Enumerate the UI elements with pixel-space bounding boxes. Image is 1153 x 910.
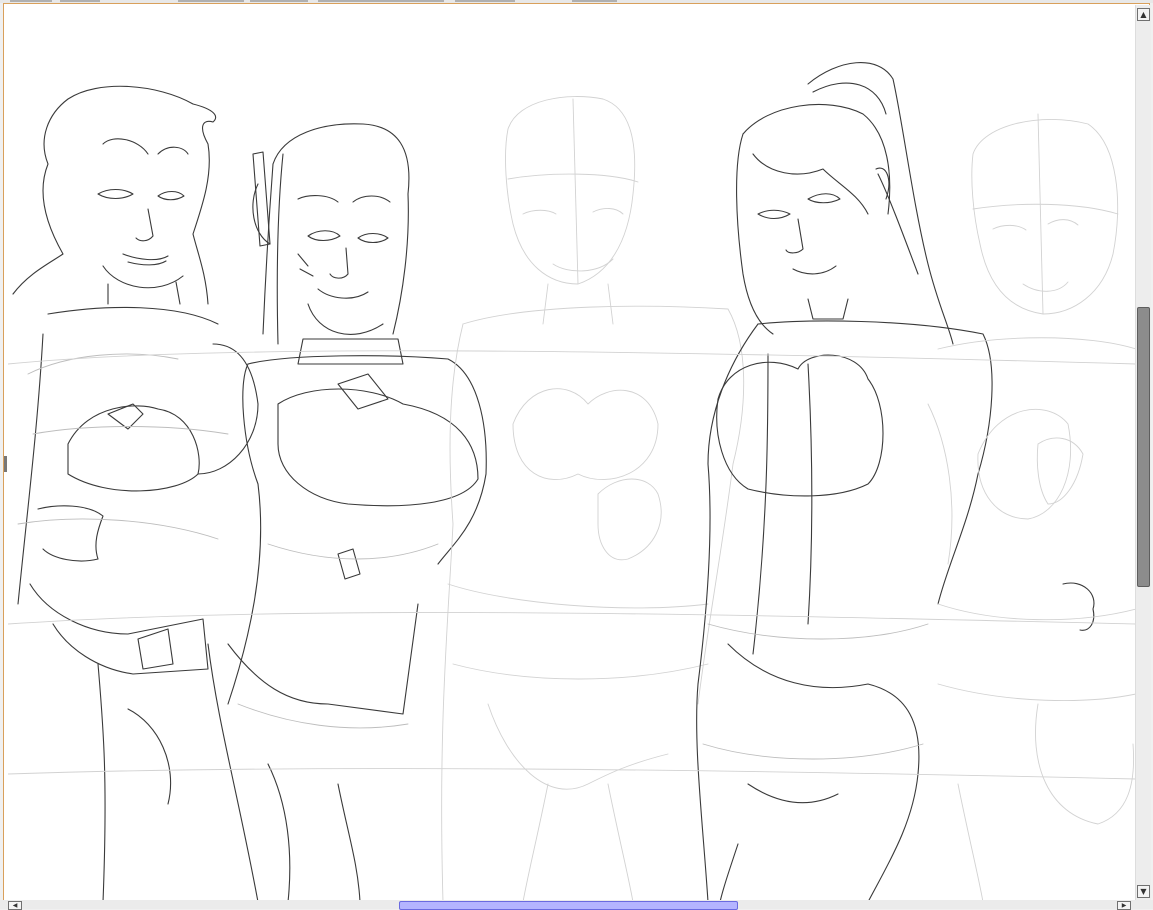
toolbar-tab[interactable] [60, 0, 100, 2]
inked-figure-1 [12, 85, 259, 902]
line-art-drawing [8, 62, 1136, 902]
vertical-scrollbar[interactable]: ▲ ▼ [1135, 5, 1151, 902]
horizontal-scrollbar[interactable]: ◀ ▶ [0, 900, 1153, 910]
toolbar-tab[interactable] [572, 0, 617, 2]
panel-resize-handle[interactable] [4, 456, 7, 472]
inked-figure-4 [696, 62, 1095, 902]
toolbar-tab[interactable] [178, 0, 244, 2]
sketch-figure-5 [927, 113, 1136, 902]
sketch-figure-3 [441, 96, 745, 902]
triangle-down-icon[interactable]: ▼ [1137, 885, 1150, 898]
inked-figure-2 [227, 123, 487, 902]
vertical-scroll-thumb[interactable] [1137, 307, 1150, 587]
drawing-canvas[interactable] [8, 4, 1136, 902]
toolbar-tab[interactable] [250, 0, 308, 2]
canvas-window: ▲ ▼ [3, 3, 1151, 903]
triangle-up-icon[interactable]: ▲ [1137, 8, 1150, 21]
toolbar-tab[interactable] [318, 0, 444, 2]
toolbar-tab[interactable] [10, 0, 52, 2]
toolbar-tab[interactable] [455, 0, 515, 2]
